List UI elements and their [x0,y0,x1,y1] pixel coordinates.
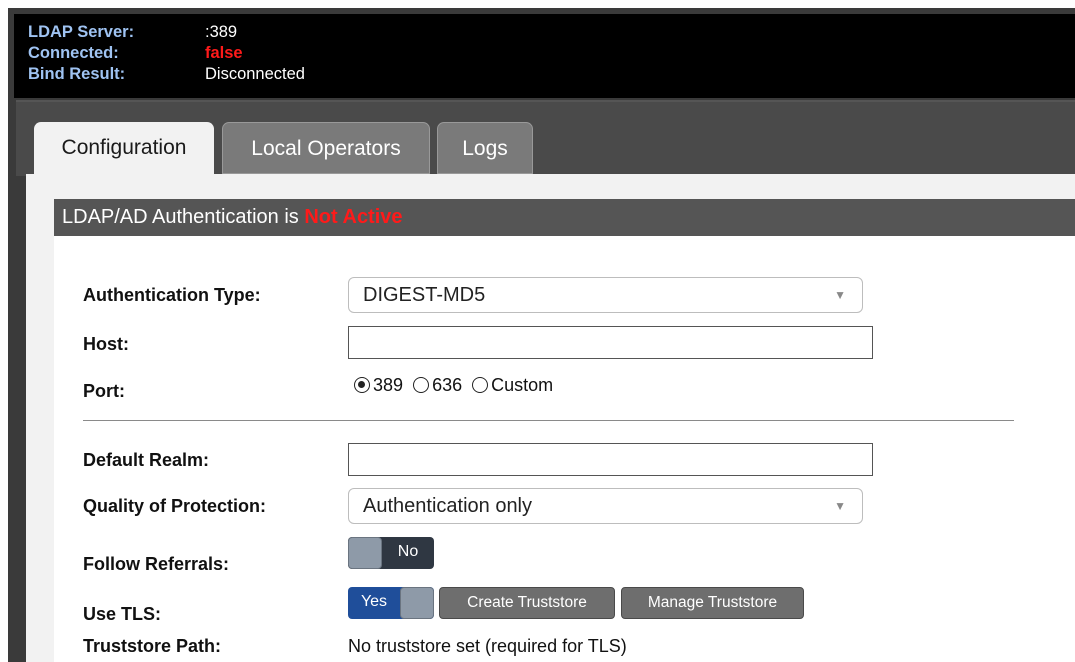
port-custom-label: Custom [491,375,554,395]
qop-label: Quality of Protection: [83,496,267,516]
section-title: LDAP/AD Authentication is Not Active [62,199,403,236]
tls-label: Use TLS: [83,604,162,624]
chevron-down-icon: ▼ [834,499,846,513]
port-custom-radio[interactable] [472,377,489,393]
port-radio-group: 389 636 Custom [354,375,558,397]
port-636-radio[interactable] [413,377,430,393]
server-value: :389 [205,23,238,41]
auth-type-select[interactable]: DIGEST-MD5 ▼ [348,277,863,313]
tls-toggle-label: Yes [360,593,388,610]
tab-local-operators[interactable]: Local Operators [222,122,430,174]
status-header: LDAP Server: :389 Connected: false Bind … [14,14,1075,98]
connected-value: false [205,44,243,62]
port-label: Port: [83,381,125,401]
section-header: LDAP/AD Authentication is Not Active [54,199,1075,236]
tls-toggle[interactable]: Yes [348,587,434,619]
truststore-path-value: No truststore set (required for TLS) [348,636,627,656]
tab-logs[interactable]: Logs [437,122,533,174]
realm-label: Default Realm: [83,450,210,470]
truststore-label: Truststore Path: [83,636,222,656]
auth-type-label: Authentication Type: [83,285,261,305]
qop-value: Authentication only [363,495,533,517]
host-label: Host: [83,334,129,354]
server-label: LDAP Server: [28,23,135,41]
toggle-knob [348,537,382,569]
referrals-toggle[interactable]: No [348,537,434,569]
section-title-prefix: LDAP/AD Authentication is [62,206,299,228]
tab-configuration[interactable]: Configuration [34,122,214,178]
realm-input[interactable] [348,443,873,476]
bind-value: Disconnected [205,65,305,83]
host-input[interactable] [348,326,873,359]
qop-select[interactable]: Authentication only ▼ [348,488,863,524]
tab-strip: Configuration Local Operators Logs [16,100,1075,178]
port-636-label: 636 [432,375,463,395]
referrals-toggle-label: No [397,543,419,560]
port-389-radio[interactable] [354,377,370,393]
create-truststore-button[interactable]: Create Truststore [439,587,615,619]
bind-label: Bind Result: [28,65,126,83]
referrals-label: Follow Referrals: [83,554,230,574]
auth-type-value: DIGEST-MD5 [363,284,486,306]
form-divider [83,420,1014,421]
manage-truststore-button[interactable]: Manage Truststore [621,587,804,619]
toggle-knob [400,587,434,619]
port-389-label: 389 [373,375,404,395]
connected-label: Connected: [28,44,119,62]
auth-state: Not Active [304,206,403,228]
chevron-down-icon: ▼ [834,288,846,302]
